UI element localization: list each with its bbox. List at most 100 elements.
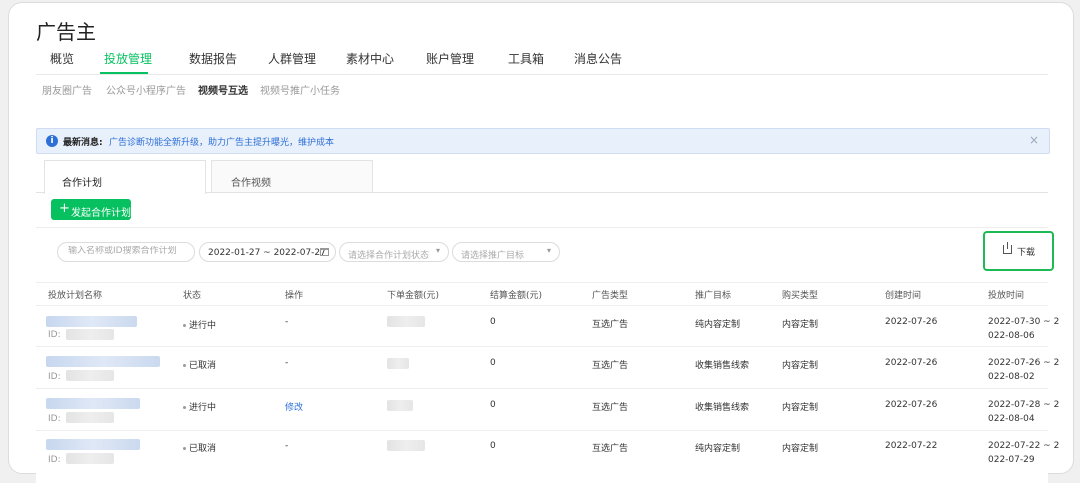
column-header: 下单金额(元) bbox=[387, 291, 440, 301]
delivery-time-line1: 2022-07-30 ~ 2 bbox=[988, 317, 1060, 327]
buy-type: 内容定制 bbox=[782, 403, 819, 413]
sub-nav-channels-tasks[interactable]: 视频号推广小任务 bbox=[260, 82, 340, 97]
create-plan-label: 发起合作计划 bbox=[71, 208, 131, 219]
tab-label: 合作视频 bbox=[231, 178, 271, 189]
create-plan-button[interactable]: + 发起合作计划 bbox=[51, 199, 131, 220]
plan-id-redacted bbox=[66, 453, 114, 464]
status-dot bbox=[183, 324, 186, 327]
order-amount-redacted bbox=[387, 400, 413, 411]
order-amount-redacted bbox=[387, 358, 409, 369]
info-icon: i bbox=[46, 135, 58, 147]
sub-nav-channels-mutual[interactable]: 视频号互选 bbox=[198, 82, 248, 97]
nav-item-campaign-management[interactable]: 投放管理 bbox=[104, 50, 152, 67]
nav-item-announcements[interactable]: 消息公告 bbox=[574, 50, 622, 67]
edit-link[interactable]: 修改 bbox=[285, 400, 303, 413]
created-date: 2022-07-26 bbox=[885, 400, 938, 410]
download-label: 下载 bbox=[1017, 248, 1036, 258]
plan-name-redacted bbox=[46, 316, 137, 327]
promotion-goal: 纯内容定制 bbox=[695, 444, 741, 454]
delivery-time-line2: 022-08-04 bbox=[988, 414, 1035, 424]
chevron-down-icon: ▾ bbox=[435, 246, 440, 255]
status-text: 已取消 bbox=[189, 361, 217, 371]
notice-banner: i 最新消息: 广告诊断功能全新升级，助力广告主提升曝光，维护成本 × bbox=[36, 128, 1050, 154]
delivery-time-line1: 2022-07-26 ~ 2 bbox=[988, 358, 1060, 368]
buy-type: 内容定制 bbox=[782, 361, 819, 371]
active-nav-underline bbox=[100, 72, 148, 74]
download-icon bbox=[1003, 242, 1012, 254]
status-select[interactable]: 请选择合作计划状态 ▾ bbox=[339, 242, 449, 262]
plan-id-label: ID: bbox=[48, 330, 61, 340]
created-date: 2022-07-22 bbox=[885, 441, 938, 451]
tab-label: 合作计划 bbox=[62, 178, 102, 189]
plan-id-redacted bbox=[66, 412, 114, 423]
goal-select[interactable]: 请选择推广目标 ▾ bbox=[452, 242, 560, 262]
status-text: 进行中 bbox=[189, 403, 217, 413]
created-date: 2022-07-26 bbox=[885, 358, 938, 368]
settlement-amount: 0 bbox=[490, 317, 496, 327]
ad-type: 互选广告 bbox=[592, 444, 629, 454]
ad-type: 互选广告 bbox=[592, 361, 629, 371]
date-range-picker[interactable]: 2022-01-27 ~ 2022-07-27 bbox=[199, 242, 336, 262]
column-header: 创建时间 bbox=[885, 291, 922, 301]
chevron-down-icon: ▾ bbox=[546, 246, 551, 255]
plan-name-redacted bbox=[46, 398, 140, 409]
status-dot bbox=[183, 406, 186, 409]
column-header: 状态 bbox=[183, 291, 202, 301]
search-field[interactable] bbox=[57, 242, 195, 262]
sub-nav-official-account-ads[interactable]: 公众号小程序广告 bbox=[106, 82, 186, 97]
plan-name-redacted bbox=[46, 439, 140, 450]
column-header: 购买类型 bbox=[782, 291, 819, 301]
tab-cooperation-plans[interactable]: 合作计划 bbox=[44, 160, 206, 194]
tab-cooperation-videos[interactable]: 合作视频 bbox=[211, 160, 373, 193]
column-header: 操作 bbox=[285, 291, 304, 301]
download-button[interactable]: 下载 bbox=[983, 231, 1054, 271]
action-cell: - bbox=[285, 358, 289, 368]
sub-nav-moments-ads[interactable]: 朋友圈广告 bbox=[42, 82, 92, 97]
action-cell: - bbox=[285, 441, 289, 451]
plus-icon: + bbox=[59, 201, 70, 216]
nav-item-data-report[interactable]: 数据报告 bbox=[189, 50, 237, 67]
nav-item-account[interactable]: 账户管理 bbox=[426, 50, 474, 67]
main-nav: 概览 投放管理 数据报告 人群管理 素材中心 账户管理 工具箱 消息公告 bbox=[36, 50, 1048, 75]
notice-label: 最新消息: bbox=[63, 138, 103, 148]
status-cell: 进行中 bbox=[183, 318, 216, 331]
column-header: 推广目标 bbox=[695, 291, 732, 301]
plan-id-redacted bbox=[66, 370, 114, 381]
calendar-icon bbox=[320, 248, 329, 256]
order-amount-redacted bbox=[387, 440, 425, 451]
nav-item-overview[interactable]: 概览 bbox=[50, 50, 74, 67]
column-header: 投放时间 bbox=[988, 291, 1025, 301]
status-text: 进行中 bbox=[189, 321, 217, 331]
promotion-goal: 收集销售线索 bbox=[695, 403, 750, 413]
nav-item-toolbox[interactable]: 工具箱 bbox=[508, 50, 544, 67]
status-dot bbox=[183, 447, 186, 450]
status-cell: 已取消 bbox=[183, 358, 216, 371]
goal-select-placeholder: 请选择推广目标 bbox=[461, 251, 525, 261]
page-title: 广告主 bbox=[36, 20, 96, 44]
settlement-amount: 0 bbox=[490, 400, 496, 410]
delivery-time-line1: 2022-07-22 ~ 2 bbox=[988, 441, 1060, 451]
column-header: 投放计划名称 bbox=[48, 291, 103, 301]
delivery-time-line2: 022-07-29 bbox=[988, 455, 1035, 465]
close-icon[interactable]: × bbox=[1029, 133, 1039, 147]
delivery-time-line2: 022-08-06 bbox=[988, 331, 1035, 341]
status-cell: 进行中 bbox=[183, 400, 216, 413]
order-amount-redacted bbox=[387, 316, 425, 327]
promotion-goal: 纯内容定制 bbox=[695, 320, 741, 330]
settlement-amount: 0 bbox=[490, 441, 496, 451]
delivery-time-line2: 022-08-02 bbox=[988, 372, 1035, 382]
status-select-placeholder: 请选择合作计划状态 bbox=[348, 251, 430, 261]
plan-name-redacted bbox=[46, 356, 160, 367]
column-header: 结算金额(元) bbox=[490, 291, 543, 301]
nav-item-audience[interactable]: 人群管理 bbox=[268, 50, 316, 67]
promotion-goal: 收集销售线索 bbox=[695, 361, 750, 371]
nav-item-assets[interactable]: 素材中心 bbox=[346, 50, 394, 67]
action-cell: - bbox=[285, 317, 289, 327]
plan-id-redacted bbox=[66, 329, 114, 340]
status-dot bbox=[183, 364, 186, 367]
search-input[interactable] bbox=[68, 246, 188, 256]
status-cell: 已取消 bbox=[183, 441, 216, 454]
buy-type: 内容定制 bbox=[782, 444, 819, 454]
notice-link[interactable]: 广告诊断功能全新升级，助力广告主提升曝光，维护成本 bbox=[109, 135, 334, 148]
delivery-time-line1: 2022-07-28 ~ 2 bbox=[988, 400, 1060, 410]
